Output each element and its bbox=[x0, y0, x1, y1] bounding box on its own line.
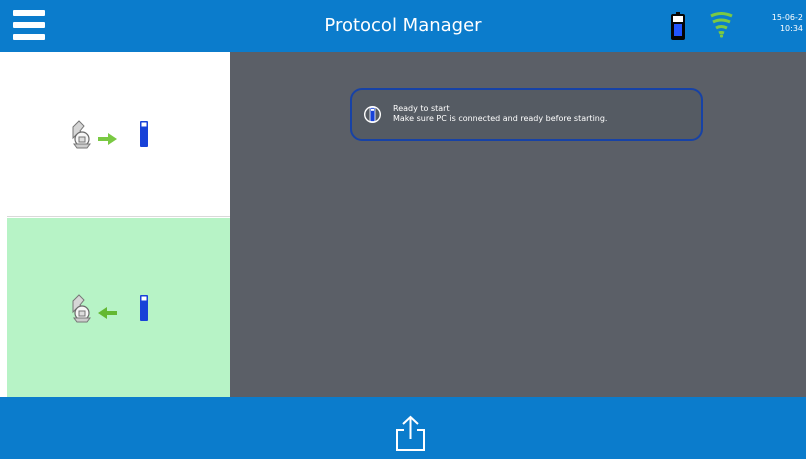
device-to-computer-transfer-icon bbox=[72, 293, 148, 322]
bottom-action-bar bbox=[0, 397, 806, 459]
left-arrow-icon bbox=[98, 306, 117, 319]
date-text: 15-06-2 bbox=[771, 13, 803, 22]
device-icon bbox=[140, 294, 148, 321]
protocol-manager-screen: Protocol Manager 15-06-2 10:34 Ready to … bbox=[0, 0, 806, 459]
main-content-area: Ready to start Make sure PC is connected… bbox=[230, 52, 806, 397]
device-info-icon bbox=[364, 106, 381, 123]
wifi-signal-icon[interactable] bbox=[708, 12, 735, 38]
device-status-icon[interactable] bbox=[670, 12, 686, 41]
top-app-bar: Protocol Manager 15-06-2 10:34 bbox=[0, 0, 806, 52]
device-icon bbox=[140, 121, 148, 147]
transfer-options-panel bbox=[0, 52, 230, 397]
time-text: 10:34 bbox=[779, 24, 803, 33]
notification-message: Ready to start Make sure PC is connected… bbox=[393, 104, 693, 124]
status-notification[interactable]: Ready to start Make sure PC is connected… bbox=[350, 88, 703, 141]
computer-to-device-transfer-icon bbox=[72, 120, 148, 149]
download-from-device-option[interactable] bbox=[7, 218, 230, 397]
computer-icon bbox=[72, 293, 91, 322]
export-share-icon[interactable] bbox=[393, 414, 428, 453]
date-time-display: 15-06-2 10:34 bbox=[751, 12, 803, 34]
notification-line-1: Ready to start bbox=[393, 104, 450, 113]
upload-to-device-option[interactable] bbox=[7, 52, 230, 217]
right-arrow-icon bbox=[98, 133, 117, 145]
notification-line-2: Make sure PC is connected and ready befo… bbox=[393, 114, 608, 123]
computer-icon bbox=[72, 120, 91, 149]
